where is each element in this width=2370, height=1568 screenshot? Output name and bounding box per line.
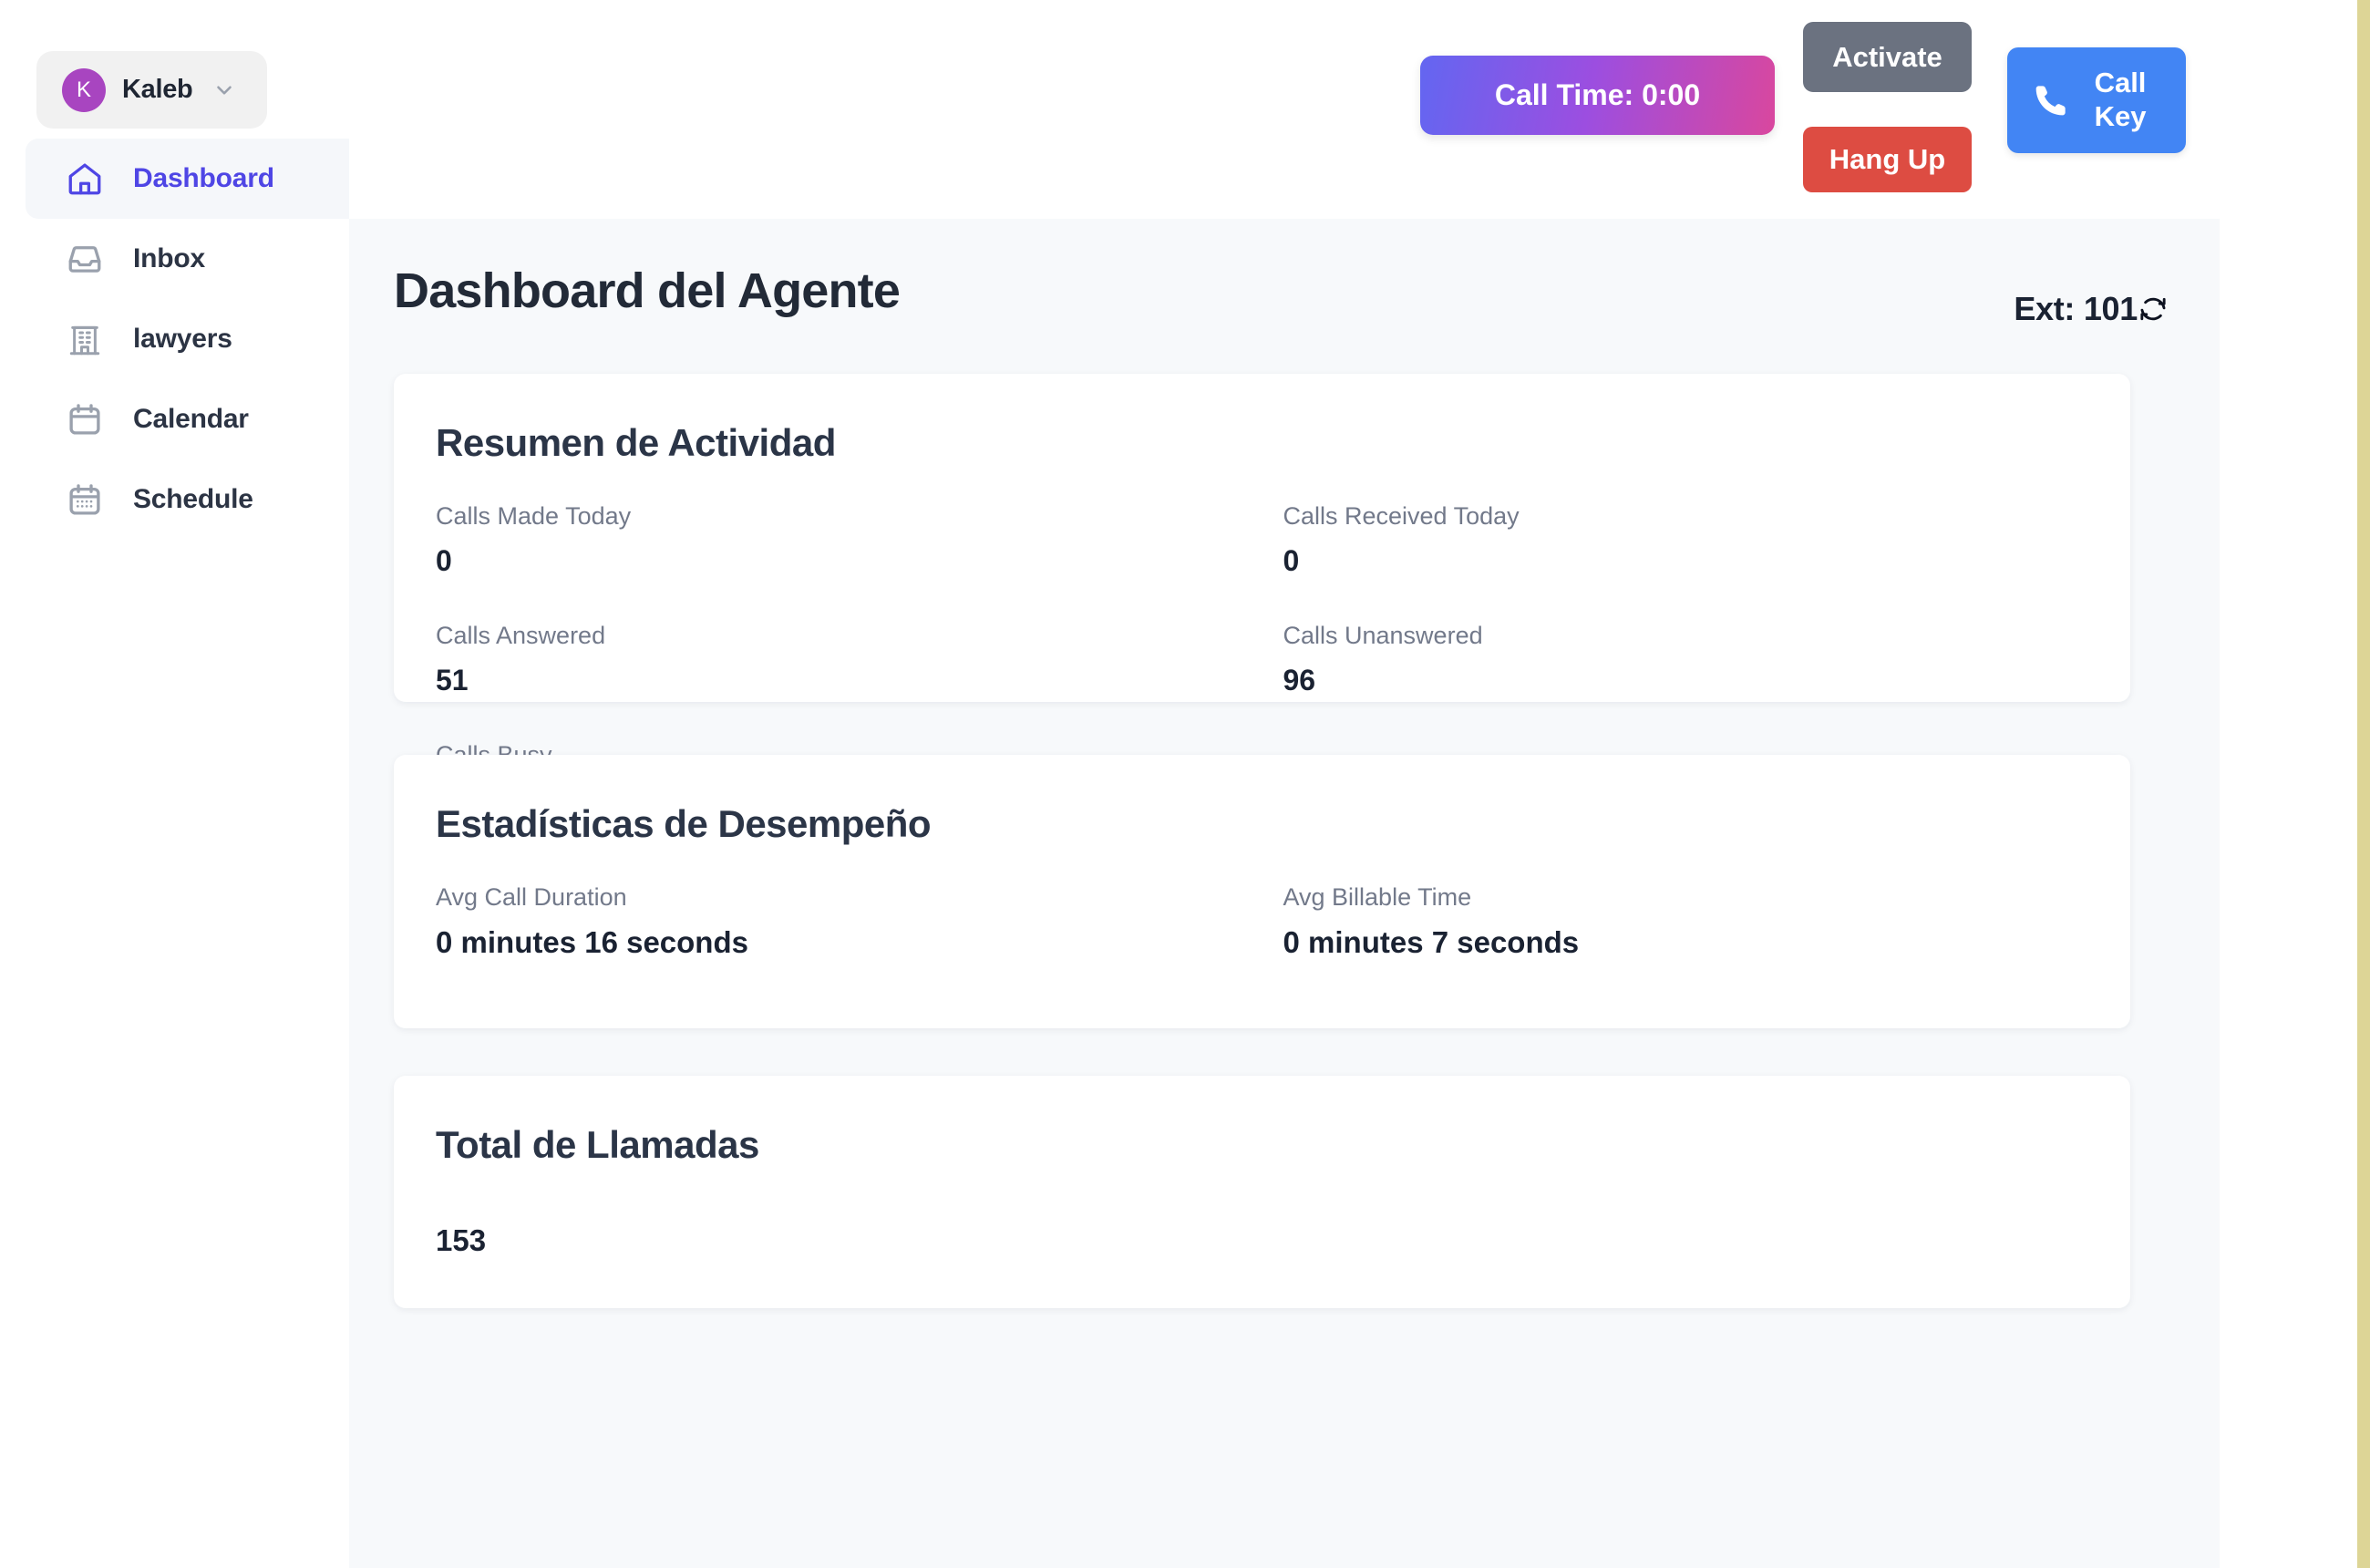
metric-label: Calls Made Today [436,501,1283,531]
card-title: Estadísticas de Desempeño [394,755,2130,846]
metric-value: 0 minutes 16 seconds [436,924,1283,961]
sidebar-item-inbox[interactable]: Inbox [26,219,349,299]
total-calls-value: 153 [394,1167,2130,1258]
metric-item: Calls Answered 51 [436,621,1283,698]
right-edge-strip [2357,0,2370,1568]
metric-value: 0 [436,543,1283,578]
metric-item: Calls Unanswered 96 [1283,621,2131,698]
main-content: Dashboard del Agente Ext: 101 Resumen de… [349,219,2220,1568]
metric-value: 51 [436,663,1283,697]
sidebar-item-lawyers[interactable]: lawyers [26,299,349,379]
sidebar-nav: Dashboard Inbox lawyers [0,139,349,540]
sidebar: K Kaleb Dashboard Inbox [0,0,349,1568]
phone-icon [2033,82,2069,119]
sidebar-item-label: Inbox [133,243,205,274]
user-menu-chip[interactable]: K Kaleb [36,51,267,129]
user-name: Kaleb [122,75,192,105]
activate-button[interactable]: Activate [1803,22,1972,92]
performance-metric-grid: Avg Call Duration 0 minutes 16 seconds A… [394,846,2130,961]
metric-value: 0 minutes 7 seconds [1283,924,2131,961]
metric-label: Calls Unanswered [1283,621,2131,650]
sidebar-item-dashboard[interactable]: Dashboard [26,139,349,219]
metric-label: Avg Billable Time [1283,882,2131,912]
sidebar-item-label: Dashboard [133,163,274,194]
schedule-calendar-icon [66,480,104,519]
sidebar-item-label: Calendar [133,404,249,435]
page-header: Dashboard del Agente Ext: 101 [349,219,2220,374]
call-timer-pill: Call Time: 0:00 [1420,56,1775,135]
building-icon [66,320,104,358]
home-icon [66,160,104,198]
extension-label: Ext: 101 [2014,290,2138,328]
hang-up-button[interactable]: Hang Up [1803,127,1972,192]
calendar-icon [66,400,104,438]
total-calls-card: Total de Llamadas 153 [394,1076,2130,1308]
card-title: Total de Llamadas [394,1076,2130,1167]
call-key-button[interactable]: Call Key [2007,47,2186,153]
sidebar-item-calendar[interactable]: Calendar [26,379,349,459]
chevron-down-icon [212,78,236,102]
activity-summary-card: Resumen de Actividad Calls Made Today 0 … [394,374,2130,702]
sidebar-item-label: lawyers [133,324,232,355]
metric-label: Calls Answered [436,621,1283,650]
avatar: K [62,68,106,112]
page-title: Dashboard del Agente [394,263,900,319]
sidebar-item-label: Schedule [133,484,253,515]
inbox-icon [66,240,104,278]
metric-value: 96 [1283,663,2131,697]
metric-item: Calls Received Today 0 [1283,501,2131,579]
refresh-icon[interactable] [2138,294,2169,325]
performance-stats-card: Estadísticas de Desempeño Avg Call Durat… [394,755,2130,1028]
metric-item: Avg Billable Time 0 minutes 7 seconds [1283,882,2131,961]
app-root: K Kaleb Dashboard Inbox [0,0,2370,1568]
metric-label: Calls Received Today [1283,501,2131,531]
sidebar-item-schedule[interactable]: Schedule [26,459,349,540]
metric-item: Avg Call Duration 0 minutes 16 seconds [436,882,1283,961]
call-key-label: Call Key [2080,67,2160,133]
card-title: Resumen de Actividad [394,374,2130,465]
metric-label: Avg Call Duration [436,882,1283,912]
metric-value: 0 [1283,543,2131,578]
extension-indicator: Ext: 101 [2014,290,2169,328]
metric-item: Calls Made Today 0 [436,501,1283,579]
